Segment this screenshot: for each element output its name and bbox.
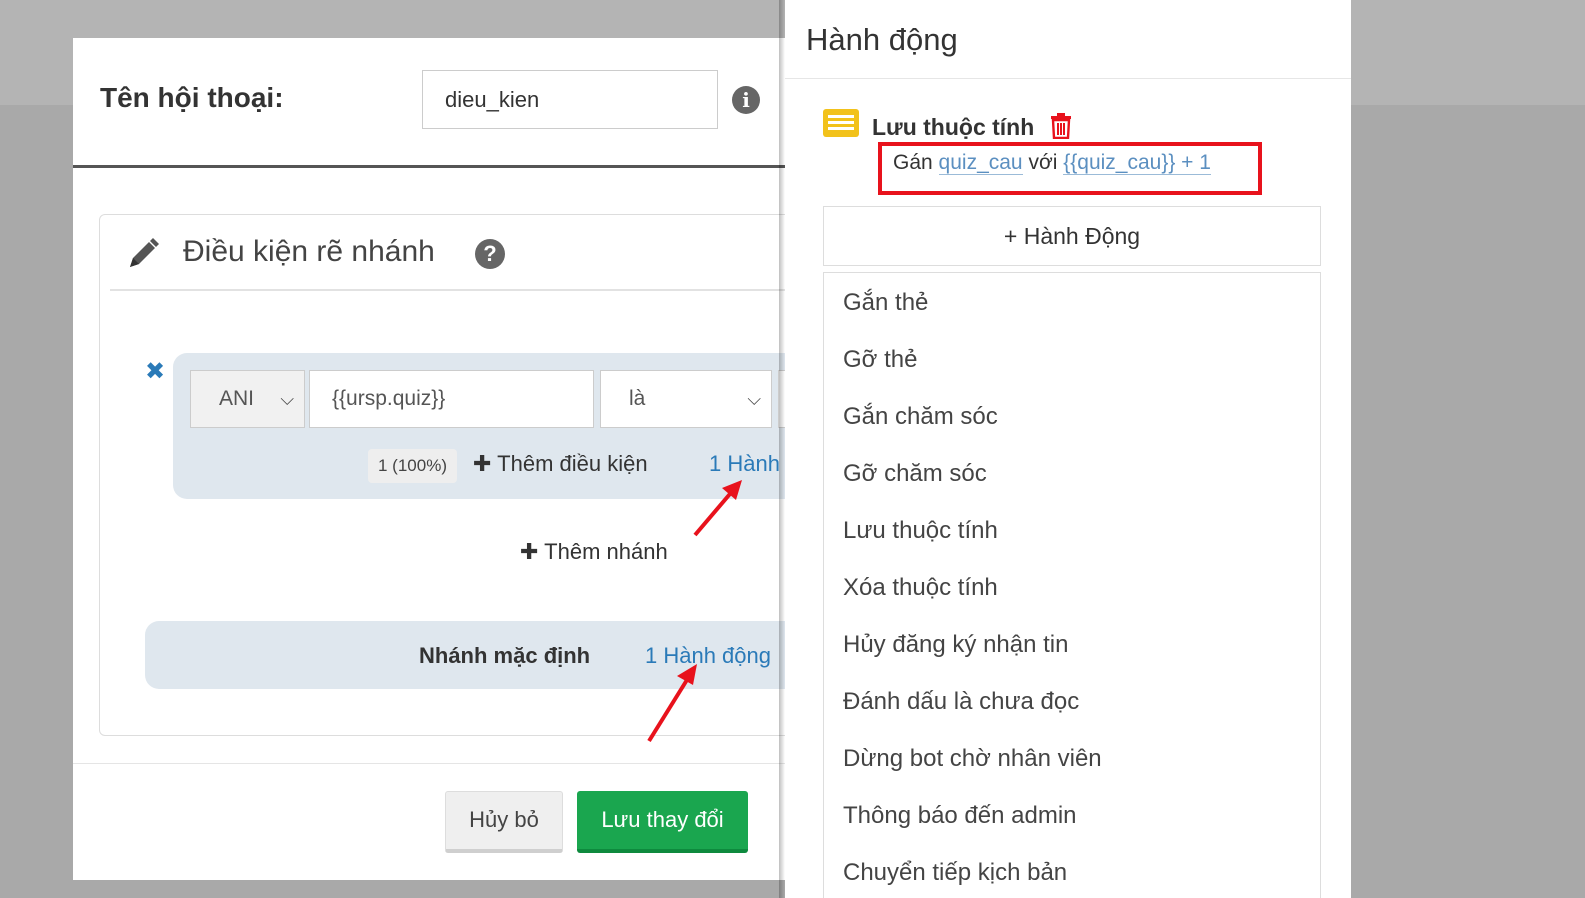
menu-item-danh-dau-chua-doc[interactable]: Đánh dấu là chưa đọc xyxy=(843,688,1079,716)
add-condition-button[interactable]: ✚ Thêm điều kiện xyxy=(473,451,648,477)
menu-item-huy-dang-ky[interactable]: Hủy đăng ký nhận tin xyxy=(843,631,1068,659)
operator-select[interactable]: là ⌵ xyxy=(600,370,772,428)
plus-icon: ✚ xyxy=(520,539,539,564)
remove-branch-icon[interactable]: ✖ xyxy=(145,357,165,386)
percent-badge: 1 (100%) xyxy=(368,449,457,483)
menu-item-luu-thuoc-tinh[interactable]: Lưu thuộc tính xyxy=(843,517,998,545)
add-condition-label: Thêm điều kiện xyxy=(497,451,648,476)
menu-item-xoa-thuoc-tinh[interactable]: Xóa thuộc tính xyxy=(843,574,998,602)
save-changes-button[interactable]: Lưu thay đổi xyxy=(577,791,748,853)
menu-item-go-the[interactable]: Gỡ thẻ xyxy=(843,346,917,374)
add-action-button[interactable]: + Hành Động xyxy=(823,206,1321,266)
assign-description: Gán quiz_cau với {{quiz_cau}} + 1 xyxy=(893,151,1211,175)
chevron-down-icon: ⌵ xyxy=(280,389,294,409)
conversation-name-label: Tên hội thoại: xyxy=(100,82,284,113)
branch-condition-panel: Điều kiện rẽ nhánh ? ✖ ANI ⌵ {{ursp.quiz… xyxy=(99,214,838,736)
condition-value: {{ursp.quiz}} xyxy=(332,387,446,410)
modal-header: Tên hội thoại: dieu_kien i xyxy=(73,38,793,168)
cancel-button[interactable]: Hủy bỏ xyxy=(445,791,563,853)
operator-value: là xyxy=(629,387,646,410)
value-token[interactable]: {{quiz_cau}} + 1 xyxy=(1063,151,1211,175)
menu-item-dung-bot[interactable]: Dừng bot chờ nhân viên xyxy=(843,745,1102,773)
modal-footer: Hủy bỏ Lưu thay đổi xyxy=(73,763,793,880)
conversation-name-value: dieu_kien xyxy=(445,87,540,112)
conversation-name-input[interactable]: dieu_kien xyxy=(422,70,718,129)
default-branch-label: Nhánh mặc định xyxy=(419,643,591,668)
branch-row: ANI ⌵ {{ursp.quiz}} là ⌵ 1 (100%) ✚ Thêm… xyxy=(173,353,838,499)
list-icon xyxy=(823,109,859,137)
attribute-token[interactable]: quiz_cau xyxy=(938,151,1023,175)
chevron-down-icon: ⌵ xyxy=(747,389,761,409)
assign-prefix: Gán xyxy=(893,151,933,174)
side-panel-title: Hành động xyxy=(806,22,958,57)
action-name: Lưu thuộc tính xyxy=(872,114,1035,140)
default-branch-row: Nhánh mặc định 1 Hành động xyxy=(145,621,805,689)
panel-header: Điều kiện rẽ nhánh ? xyxy=(110,215,800,291)
panel-title: Điều kiện rẽ nhánh xyxy=(183,235,435,268)
condition-input[interactable]: {{ursp.quiz}} xyxy=(309,370,594,428)
add-branch-button[interactable]: ✚ Thêm nhánh xyxy=(520,539,668,565)
backdrop-right xyxy=(1351,0,1585,898)
branch-action-link[interactable]: 1 Hành xyxy=(709,451,780,477)
menu-item-thong-bao-admin[interactable]: Thông báo đến admin xyxy=(843,802,1077,830)
help-icon[interactable]: ? xyxy=(475,239,505,269)
menu-item-gan-the[interactable]: Gắn thẻ xyxy=(843,289,928,317)
pencil-icon xyxy=(130,238,159,267)
info-icon[interactable]: i xyxy=(732,86,760,114)
trash-icon[interactable] xyxy=(1050,113,1072,139)
menu-item-gan-cham-soc[interactable]: Gắn chăm sóc xyxy=(843,403,998,431)
with-word: với xyxy=(1028,151,1058,174)
add-branch-label: Thêm nhánh xyxy=(544,539,668,564)
action-menu: Gắn thẻ Gỡ thẻ Gắn chăm sóc Gỡ chăm sóc … xyxy=(823,272,1321,898)
logic-select[interactable]: ANI ⌵ xyxy=(190,370,305,428)
divider xyxy=(785,78,1351,79)
menu-item-chuyen-tiep-kich-ban[interactable]: Chuyển tiếp kịch bản xyxy=(843,859,1067,887)
actions-side-panel: Hành động Lưu thuộc tính Gán quiz_cau vớ… xyxy=(785,0,1351,898)
default-branch-action-link[interactable]: 1 Hành động xyxy=(645,643,771,669)
conversation-modal: Tên hội thoại: dieu_kien i Điều kiện rẽ … xyxy=(73,38,838,880)
logic-select-value: ANI xyxy=(219,387,255,410)
plus-icon: ✚ xyxy=(473,451,492,476)
menu-item-go-cham-soc[interactable]: Gỡ chăm sóc xyxy=(843,460,987,488)
